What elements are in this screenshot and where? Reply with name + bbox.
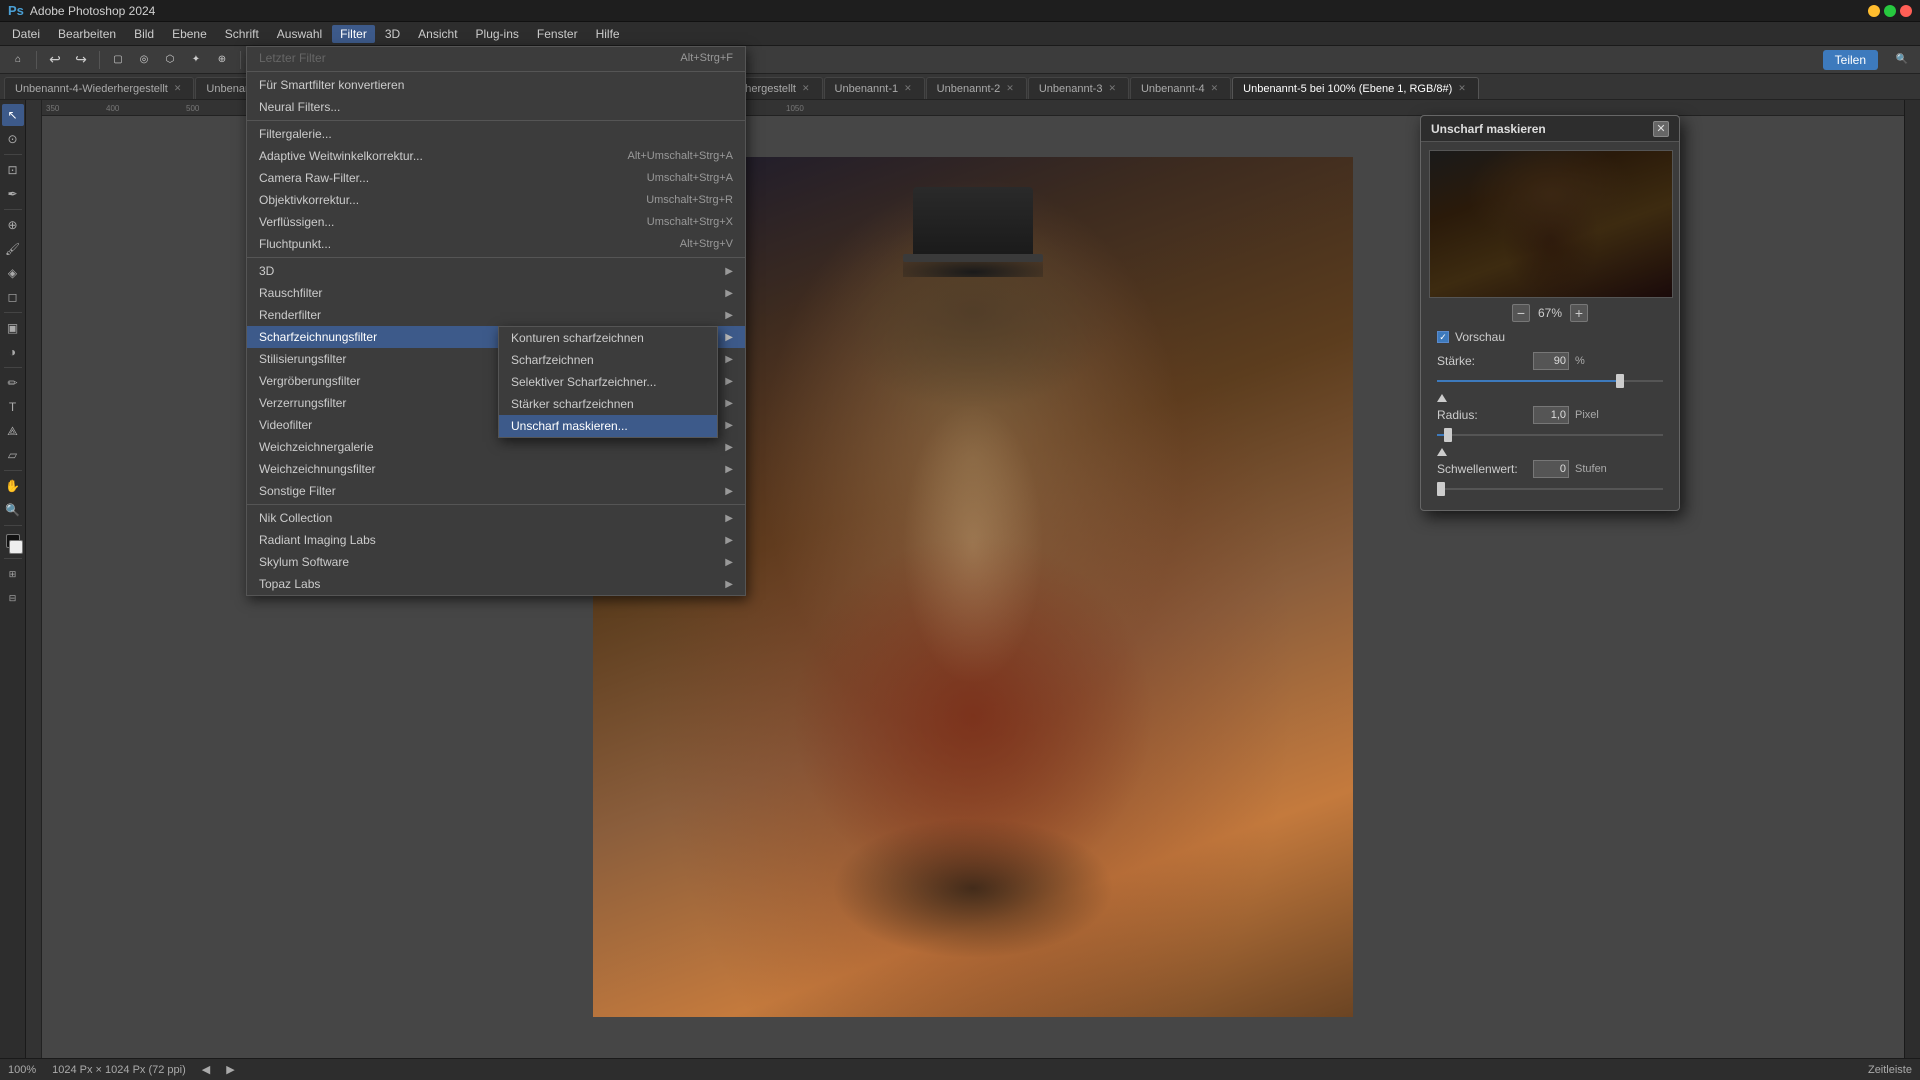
menu-selektiv[interactable]: Selektiver Scharfzeichner... [499,371,717,393]
arrow-scharf: ▶ [725,332,733,343]
arrow-weich: ▶ [725,464,733,475]
menu-radiant-imaging[interactable]: Radiant Imaging Labs ▶ [247,529,745,551]
schwellenwert-unit: Stufen [1575,463,1605,475]
menu-topaz[interactable]: Topaz Labs ▶ [247,573,745,595]
zoom-in-button[interactable]: + [1570,304,1588,322]
menu-rauschfilter[interactable]: Rauschfilter ▶ [247,282,745,304]
unscharf-dialog: Unscharf maskieren ✕ OK Abbrechen − 67% … [1420,115,1680,511]
schwellenwert-thumb[interactable] [1437,482,1445,496]
sharpening-submenu: Konturen scharfzeichnen Scharfzeichnen S… [498,326,718,438]
arrow-rausch: ▶ [725,288,733,299]
dialog-body: OK Abbrechen − 67% + ✓ Vorschau [1421,142,1679,510]
arrow-radiant: ▶ [725,535,733,546]
dialog-close-button[interactable]: ✕ [1653,121,1669,137]
menu-adaptive-weitwinkel[interactable]: Adaptive Weitwinkelkorrektur... Alt+Umsc… [247,145,745,167]
schwellenwert-track [1437,488,1663,490]
menu-sep-1 [247,71,745,72]
menu-sep-4 [247,504,745,505]
arrow-skylum: ▶ [725,557,733,568]
menu-fluchtpunkt[interactable]: Fluchtpunkt... Alt+Strg+V [247,233,745,255]
arrow-topaz: ▶ [725,579,733,590]
menu-objektiv[interactable]: Objektivkorrektur... Umschalt+Strg+R [247,189,745,211]
zoom-out-button[interactable]: − [1512,304,1530,322]
menu-sep-2 [247,120,745,121]
menu-overlay: Letzter Filter Alt+Strg+F Für Smartfilte… [0,0,1920,1080]
radius-input[interactable] [1533,406,1569,424]
arrow-sonst: ▶ [725,486,733,497]
zoom-row: − 67% + [1429,304,1671,322]
vorschau-row: ✓ Vorschau [1437,330,1671,344]
arrow-weichgal: ▶ [725,442,733,453]
schwellenwert-label: Schwellenwert: [1437,462,1527,476]
preview-canvas[interactable] [1429,150,1673,298]
unscharf-titlebar: Unscharf maskieren ✕ [1421,116,1679,142]
filter-menu: Letzter Filter Alt+Strg+F Für Smartfilte… [246,46,746,596]
menu-scharfzeichnen[interactable]: Scharfzeichnen [499,349,717,371]
radius-section: Radius: Pixel [1429,406,1671,442]
schwellenwert-input[interactable] [1533,460,1569,478]
menu-last-filter[interactable]: Letzter Filter Alt+Strg+F [247,47,745,69]
menu-renderfilter[interactable]: Renderfilter ▶ [247,304,745,326]
menu-verfluessigen[interactable]: Verflüssigen... Umschalt+Strg+X [247,211,745,233]
menu-staerker[interactable]: Stärker scharfzeichnen [499,393,717,415]
zoom-value: 67% [1538,306,1562,320]
staerke-row: Stärke: % [1437,352,1663,370]
staerke-slider-container [1437,374,1663,388]
menu-sonstige-filter[interactable]: Sonstige Filter ▶ [247,480,745,502]
arrow-video: ▶ [725,420,733,431]
triangle-down-1 [1437,394,1447,402]
radius-slider-container [1437,428,1663,442]
shortcut-last-filter: Alt+Strg+F [680,52,733,64]
staerke-input[interactable] [1533,352,1569,370]
menu-weichzeichnergalerie[interactable]: Weichzeichnergalerie ▶ [247,436,745,458]
schwellenwert-row: Schwellenwert: Stufen [1437,460,1663,478]
triangle-down-2 [1437,448,1447,456]
menu-unscharf-maskieren[interactable]: Unscharf maskieren... [499,415,717,437]
arrow-render: ▶ [725,310,733,321]
menu-konturen[interactable]: Konturen scharfzeichnen [499,327,717,349]
menu-weichzeichnungsfilter[interactable]: Weichzeichnungsfilter ▶ [247,458,745,480]
vorschau-checkbox[interactable]: ✓ [1437,331,1449,343]
staerke-label: Stärke: [1437,354,1527,368]
menu-skylum[interactable]: Skylum Software ▶ [247,551,745,573]
arrow-nik: ▶ [725,513,733,524]
arrow-stil: ▶ [725,354,733,365]
triangle-marker-1 [1437,394,1671,402]
radius-row: Radius: Pixel [1437,406,1663,424]
triangle-marker-2 [1437,448,1671,456]
menu-neural-filters[interactable]: Neural Filters... [247,96,745,118]
menu-filtergalerie[interactable]: Filtergalerie... [247,123,745,145]
schwellenwert-section: Schwellenwert: Stufen [1429,460,1671,496]
arrow-vergro: ▶ [725,376,733,387]
staerke-thumb[interactable] [1616,374,1624,388]
preview-inner [1430,151,1672,297]
menu-camera-raw[interactable]: Camera Raw-Filter... Umschalt+Strg+A [247,167,745,189]
staerke-section: Stärke: % [1429,352,1671,388]
arrow-verzerr: ▶ [725,398,733,409]
staerke-fill [1437,380,1620,382]
radius-label: Radius: [1437,408,1527,422]
dialog-title: Unscharf maskieren [1431,122,1546,136]
menu-nik-collection[interactable]: Nik Collection ▶ [247,507,745,529]
menu-convert-smart[interactable]: Für Smartfilter konvertieren [247,74,745,96]
radius-track [1437,434,1663,436]
radius-thumb[interactable] [1444,428,1452,442]
menu-sep-3 [247,257,745,258]
radius-unit: Pixel [1575,409,1605,421]
staerke-unit: % [1575,355,1605,367]
vorschau-label: Vorschau [1455,330,1505,344]
menu-3d[interactable]: 3D ▶ [247,260,745,282]
schwellenwert-slider-container [1437,482,1663,496]
arrow-3d: ▶ [725,266,733,277]
